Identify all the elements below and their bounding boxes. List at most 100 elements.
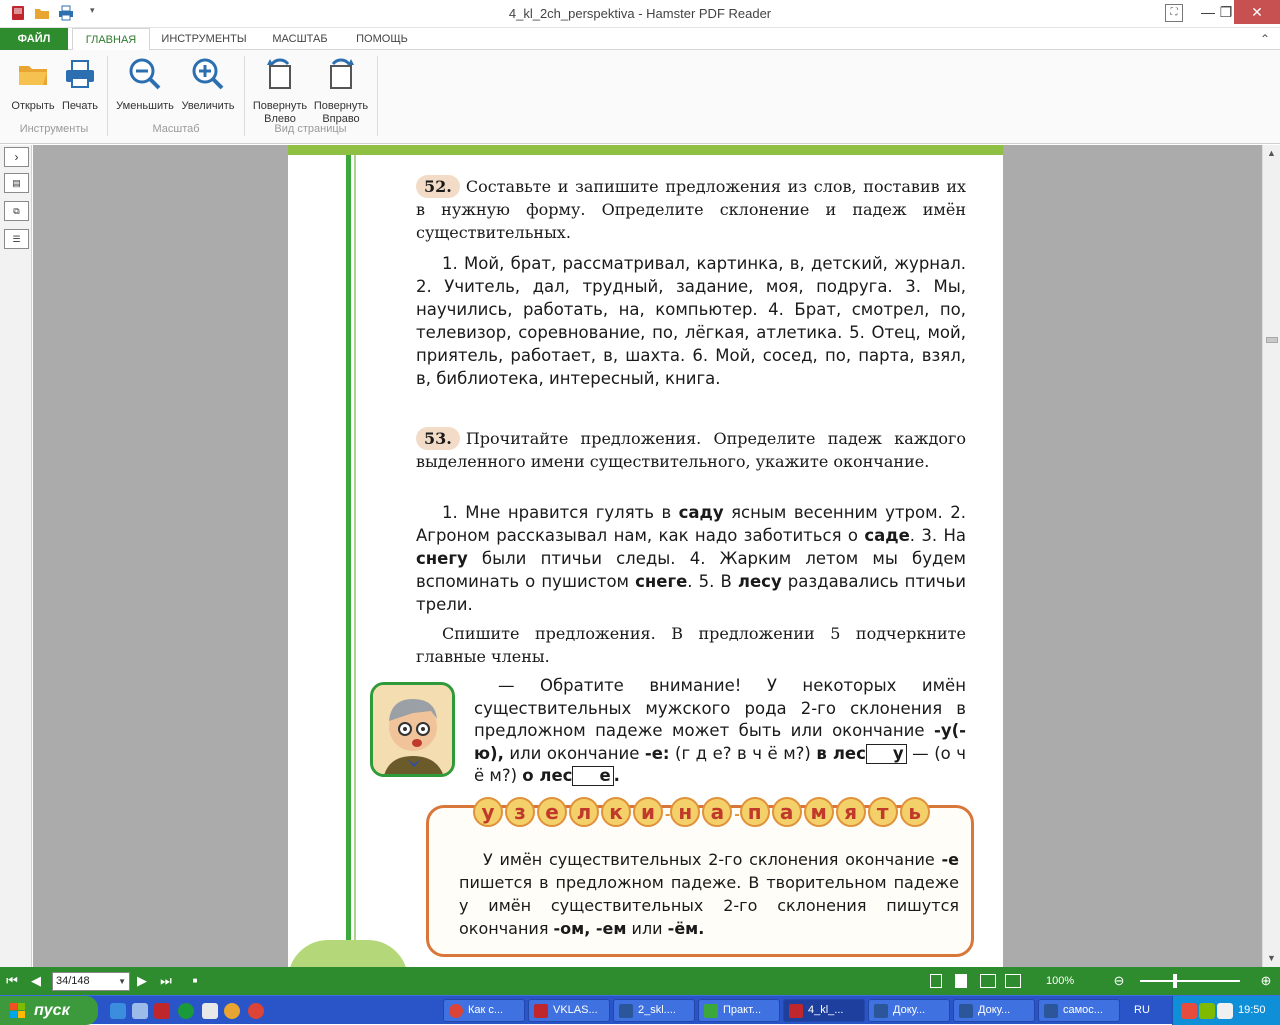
start-button[interactable]: пуск (0, 996, 98, 1025)
pages-icon[interactable]: ⧉ (4, 201, 29, 221)
rotate-right-button[interactable]: Повернуть Вправо (311, 56, 371, 126)
zoom-out-label: Уменьшить (116, 100, 174, 112)
fullscreen-icon[interactable]: ⛶ (1165, 4, 1183, 22)
zoom-out-small-icon[interactable]: ⊖ (1111, 973, 1127, 989)
scroll-down-icon[interactable]: ▼ (1263, 950, 1280, 966)
first-page-icon[interactable]: ⏮ (4, 973, 20, 989)
ribbon: Открыть Печать Уменьшить Увеличить Повер… (0, 50, 1280, 144)
document-viewer[interactable]: 52. Составьте и запишите предложения из с… (33, 145, 1262, 967)
bookmarks-icon[interactable]: ☰ (4, 229, 29, 249)
group-zoom-label: Масштаб (152, 123, 200, 135)
zoom-in-small-icon[interactable]: ⊕ (1258, 973, 1274, 989)
collapse-ribbon-icon[interactable]: ⌃ (1260, 32, 1270, 46)
word-task-icon (619, 1004, 633, 1018)
continuous-view-icon[interactable] (955, 974, 967, 988)
desktop-icon[interactable] (132, 1003, 148, 1019)
torrent-icon[interactable] (178, 1003, 194, 1019)
rotate-right-label-1: Повернуть (313, 100, 369, 112)
memo-text: У имён существительных 2-го склонения ок… (459, 850, 959, 938)
page-bottom-decoration (288, 940, 408, 967)
exercise-52-task: 52. Составьте и запишите предложения из с… (416, 175, 966, 242)
network-icon[interactable] (1199, 1003, 1215, 1019)
status-bar: ⏮ ◀ 34/148 ▼ ▶ ⏭ ■ 100% ⊖ ⊕ (0, 967, 1280, 995)
open-label: Открыть (11, 100, 55, 112)
app-icon[interactable] (224, 1003, 240, 1019)
rotate-left-icon (267, 58, 291, 89)
word-task-icon (874, 1004, 888, 1018)
tab-help[interactable]: ПОМОЩЬ (346, 28, 418, 50)
zoom-out-icon (129, 58, 161, 90)
vertical-scrollbar[interactable]: ▲ ▼ (1262, 145, 1280, 967)
zoom-in-label: Увеличить (181, 100, 235, 112)
exercise-52-number: 52. (416, 175, 460, 198)
windows-logo-icon (10, 1003, 25, 1018)
task-samos[interactable]: самос... (1038, 999, 1120, 1022)
next-page-icon[interactable]: ▶ (134, 973, 150, 989)
single-page-view-icon[interactable] (930, 974, 942, 988)
task-doc2[interactable]: Доку... (953, 999, 1035, 1022)
rotate-left-button[interactable]: Повернуть Влево (250, 56, 310, 126)
language-indicator[interactable]: RU (1134, 1004, 1150, 1016)
exercise-53-number: 53. (416, 427, 460, 450)
task-2skl[interactable]: 2_skl.... (613, 999, 695, 1022)
task-prakt[interactable]: Практ... (698, 999, 780, 1022)
open-button[interactable]: Открыть (8, 56, 58, 113)
exercise-53-body: 1. Мне нравится гулять в саду ясным весе… (416, 503, 967, 614)
rotate-right-icon (330, 58, 354, 89)
volume-icon[interactable] (1217, 1003, 1233, 1019)
pdf-quicklaunch-icon[interactable] (154, 1003, 170, 1019)
exercise-52-body: 1. Мой, брат, рассматривал, картинка, в,… (416, 254, 966, 388)
ie-icon[interactable] (110, 1003, 126, 1019)
task-chrome[interactable]: Как с... (443, 999, 525, 1022)
tab-file[interactable]: ФАЙЛ (0, 28, 68, 50)
printer-icon (66, 60, 94, 88)
zoom-slider-thumb[interactable] (1173, 974, 1177, 988)
left-sidebar: › ▤ ⧉ ☰ (0, 145, 32, 967)
scroll-up-icon[interactable]: ▲ (1263, 145, 1280, 161)
page-dropdown-icon: ▼ (118, 977, 126, 986)
tab-home[interactable]: ГЛАВНАЯ (72, 28, 150, 51)
close-button[interactable]: ✕ (1234, 0, 1280, 24)
print-label: Печать (61, 100, 99, 112)
print-button[interactable]: Печать (58, 56, 102, 113)
chrome-task-icon (449, 1004, 463, 1018)
settings-icon[interactable] (202, 1003, 218, 1019)
pdf-task-icon (534, 1004, 548, 1018)
zoom-in-button[interactable]: Увеличить (178, 56, 238, 113)
tray-icon[interactable] (1181, 1003, 1197, 1019)
tab-zoom[interactable]: МАСШТАБ (262, 28, 338, 50)
two-page-continuous-view-icon[interactable] (1005, 974, 1021, 988)
ribbon-separator (377, 56, 378, 136)
page-number-field[interactable]: 34/148 ▼ (52, 972, 130, 991)
task-vklas[interactable]: VKLAS... (528, 999, 610, 1022)
taskbar: пуск Как с... VKLAS... 2_skl.... Практ..… (0, 995, 1280, 1025)
group-view-label: Вид страницы (274, 123, 347, 135)
zoom-out-button[interactable]: Уменьшить (113, 56, 177, 113)
exercise-53-task2: Спишите предложения. В предложении 5 под… (416, 624, 966, 666)
task-doc1[interactable]: Доку... (868, 999, 950, 1022)
expand-sidebar-icon[interactable]: › (4, 147, 29, 167)
zoom-slider[interactable] (1140, 980, 1240, 982)
tab-tools[interactable]: ИНСТРУМЕНТЫ (156, 28, 252, 50)
clock: 19:50 (1238, 1004, 1266, 1016)
pdf-task-icon (789, 1004, 803, 1018)
exercise-53-task: 53. Прочитайте предложения. Определите па… (416, 427, 966, 471)
chrome-icon[interactable] (248, 1003, 264, 1019)
group-tools-label: Инструменты (19, 123, 89, 135)
last-page-icon[interactable]: ⏭ (158, 973, 174, 989)
title-bar: ▾ 4_kl_2ch_perspektiva - Hamster PDF Rea… (0, 0, 1280, 28)
scroll-thumb[interactable] (1266, 337, 1278, 343)
rotate-left-label-1: Повернуть (252, 100, 308, 112)
ribbon-tabs: ФАЙЛ ГЛАВНАЯ ИНСТРУМЕНТЫ МАСШТАБ ПОМОЩЬ (0, 28, 1280, 51)
attention-note: — Обратите внимание! У некоторых имён су… (474, 676, 966, 786)
thumbnails-icon[interactable]: ▤ (4, 173, 29, 193)
page-margin-line (354, 155, 356, 967)
task-4kl[interactable]: 4_kl_... (783, 999, 865, 1022)
zoom-level: 100% (1046, 975, 1075, 987)
prev-page-icon[interactable]: ◀ (28, 973, 44, 989)
two-page-view-icon[interactable] (980, 974, 996, 988)
word-task-icon (1044, 1004, 1058, 1018)
window-title: 4_kl_2ch_perspektiva - Hamster PDF Reade… (508, 6, 772, 21)
stop-icon[interactable]: ■ (187, 973, 203, 989)
folder-icon (19, 66, 47, 85)
